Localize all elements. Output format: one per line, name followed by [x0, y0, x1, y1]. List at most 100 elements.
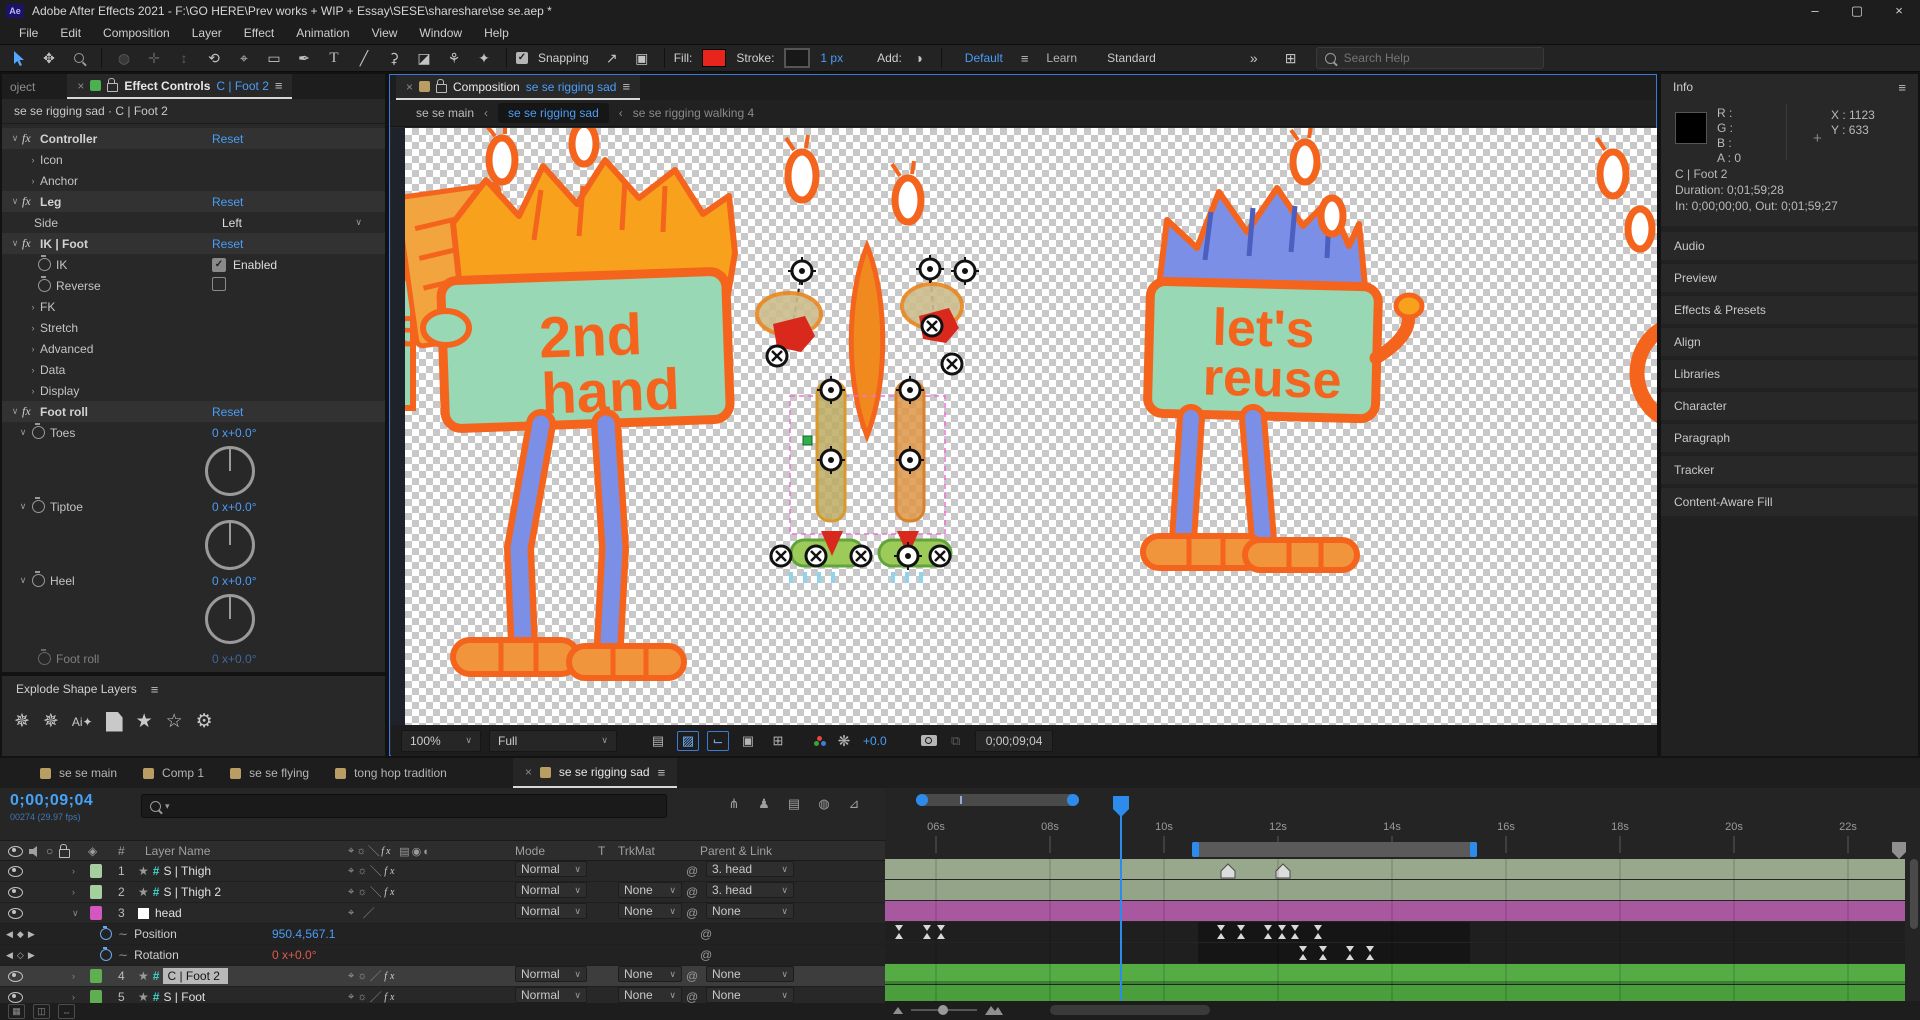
gear-icon[interactable]: ⚙ — [196, 710, 213, 733]
panel-header-tracker[interactable]: Tracker — [1661, 456, 1918, 484]
pixel-aspect-icon[interactable]: ⊞ — [767, 731, 789, 751]
zoom-tool-icon[interactable] — [66, 47, 92, 69]
navigator-end-handle[interactable] — [1067, 794, 1079, 806]
eye-icon[interactable] — [8, 908, 23, 919]
panel-header-effects-presets[interactable]: Effects & Presets — [1661, 296, 1918, 324]
stroke-swatch[interactable] — [784, 48, 810, 68]
effect-row-toes[interactable]: ∨ Toes 0 x+0.0° — [2, 422, 385, 443]
timeline-tab[interactable]: tong hop tradition — [335, 758, 447, 788]
layer-bar-foot[interactable] — [885, 985, 1905, 1001]
pickwhip-icon[interactable]: @ — [686, 906, 698, 920]
add-shape-icon[interactable]: ◑ — [906, 47, 932, 69]
effect-row-foot-roll-2[interactable]: Foot roll 0 x+0.0° — [2, 648, 385, 669]
label-chip[interactable] — [90, 906, 102, 920]
layer-row-2[interactable]: › 2 ★# S | Thigh 2 ⌖☼╲fx Normal∨ None∨ @… — [0, 882, 885, 903]
reset-link[interactable]: Reset — [212, 132, 243, 146]
work-area-start[interactable] — [1192, 842, 1199, 857]
stopwatch-icon[interactable] — [32, 426, 45, 439]
rig-controller-icon[interactable] — [767, 346, 787, 366]
workspace-grid-icon[interactable]: ⊞ — [1278, 47, 1304, 69]
rig-controller-icon[interactable] — [922, 316, 942, 336]
fill-swatch[interactable] — [702, 49, 726, 67]
effect-row-anchor[interactable]: ›Anchor — [2, 170, 385, 191]
workspace-learn[interactable]: Learn — [1046, 51, 1077, 65]
eraser-tool-icon[interactable]: ◪ — [411, 47, 437, 69]
heel-angle-value[interactable]: 0 x+0.0° — [212, 574, 257, 588]
rig-green-handle[interactable] — [803, 436, 812, 445]
close-button[interactable]: × — [1878, 3, 1920, 19]
breadcrumb-item[interactable]: se se rigging walking 4 — [633, 106, 754, 120]
pickwhip-icon[interactable]: @ — [686, 990, 698, 1003]
close-tab-icon[interactable]: × — [77, 79, 84, 93]
stopwatch-icon[interactable] — [38, 652, 51, 665]
trkmat-dropdown[interactable]: None∨ — [618, 903, 682, 919]
menu-file[interactable]: File — [8, 26, 49, 40]
layer-name[interactable]: S | Foot — [163, 990, 205, 1003]
selection-tool-icon[interactable] — [6, 47, 32, 69]
zoom-dropdown[interactable]: 100%∨ — [401, 730, 481, 752]
effect-row-ik-foot[interactable]: ∨fxIK | Foot Reset — [2, 233, 385, 254]
menu-effect[interactable]: Effect — [233, 26, 285, 40]
mode-dropdown[interactable]: Normal∨ — [515, 966, 587, 982]
breadcrumb-item-active[interactable]: se se rigging sad — [498, 103, 609, 123]
stopwatch-icon[interactable] — [32, 574, 45, 587]
star-filled-icon[interactable]: ★ — [136, 710, 153, 733]
puppet-pin-tool-icon[interactable]: ✦ — [471, 47, 497, 69]
heel-angle-dial[interactable] — [205, 594, 255, 644]
mini-flowchart-icon[interactable]: ⋔ — [724, 794, 744, 814]
menu-view[interactable]: View — [361, 26, 409, 40]
effect-row-tiptoe[interactable]: ∨ Tiptoe 0 x+0.0° — [2, 496, 385, 517]
toggle-transfer-icon[interactable]: ◫ — [33, 1004, 50, 1019]
exposure-value[interactable]: +0.0 — [863, 734, 887, 748]
composition-viewer[interactable]: e 2nd hand — [391, 128, 1657, 725]
toes-angle-dial[interactable] — [205, 446, 255, 496]
effect-row-heel[interactable]: ∨ Heel 0 x+0.0° — [2, 570, 385, 591]
panel-menu-icon[interactable]: ≡ — [275, 78, 283, 93]
frame-blend-icon[interactable]: ▤ — [784, 794, 804, 814]
work-area-bar[interactable] — [1192, 842, 1477, 857]
timeline-tab-active[interactable]: × se se rigging sad ≡ — [513, 758, 677, 788]
keyframe-nav-icons[interactable]: ◀◇▶ — [6, 945, 39, 965]
parent-dropdown[interactable]: None∨ — [706, 966, 794, 982]
workspace-menu-icon[interactable]: ≡ — [1021, 51, 1029, 66]
rig-skeleton[interactable] — [757, 135, 979, 583]
roto-brush-tool-icon[interactable]: ⚘ — [441, 47, 467, 69]
panel-menu-icon[interactable]: ≡ — [1898, 80, 1906, 95]
parent-dropdown[interactable]: 3. head∨ — [706, 882, 794, 898]
property-name[interactable]: Rotation — [134, 948, 179, 962]
time-navigator[interactable] — [916, 794, 1079, 806]
layer-bar-head[interactable] — [885, 901, 1905, 921]
current-timecode[interactable]: 0;00;09;04 — [10, 792, 93, 810]
panel-menu-icon[interactable]: ≡ — [622, 79, 630, 94]
navigator-start-handle[interactable] — [916, 794, 928, 806]
rotation-value[interactable]: 0 x+0.0° — [272, 945, 317, 965]
effect-row-data[interactable]: ›Data — [2, 359, 385, 380]
parent-dropdown[interactable]: None∨ — [706, 903, 794, 919]
parent-link-column[interactable]: Parent & Link — [700, 841, 772, 861]
panel-header-paragraph[interactable]: Paragraph — [1661, 424, 1918, 452]
horizontal-scrollbar[interactable] — [1050, 1005, 1210, 1015]
channel-icon[interactable] — [815, 736, 825, 746]
mask-paths-icon[interactable]: ⌙ — [707, 731, 729, 751]
property-row-position[interactable]: ◀◆▶ ∼ Position 950.4,567.1 @ — [0, 924, 885, 945]
effect-row-stretch[interactable]: ›Stretch — [2, 317, 385, 338]
parent-dropdown[interactable]: None∨ — [706, 987, 794, 1003]
rig-controller-icon[interactable] — [916, 255, 944, 283]
explode-all-icon[interactable]: ✵ — [43, 710, 59, 733]
stopwatch-icon[interactable] — [38, 279, 51, 292]
dolly-camera-tool-icon[interactable]: ↕ — [171, 47, 197, 69]
work-area-end[interactable] — [1470, 842, 1477, 857]
delete-file-icon[interactable] — [106, 712, 123, 732]
orbit-camera-tool-icon[interactable]: ◍ — [111, 47, 137, 69]
toggle-inout-icon[interactable]: ⇔ — [58, 1004, 75, 1019]
rig-controller-icon[interactable] — [930, 546, 950, 566]
lock-icon[interactable] — [436, 84, 447, 93]
pan-behind-tool-icon[interactable]: ⌖ — [231, 47, 257, 69]
layer-name[interactable]: S | Thigh — [163, 864, 211, 878]
show-snapshot-icon[interactable]: ⧉ — [945, 731, 967, 751]
exposure-icon[interactable]: ❋ — [833, 731, 855, 751]
minimize-button[interactable]: – — [1794, 3, 1836, 19]
effect-row-foot-roll[interactable]: ∨fxFoot roll Reset — [2, 401, 385, 422]
label-chip[interactable] — [90, 885, 102, 899]
effect-row-side[interactable]: Side Left∨ — [2, 212, 385, 233]
